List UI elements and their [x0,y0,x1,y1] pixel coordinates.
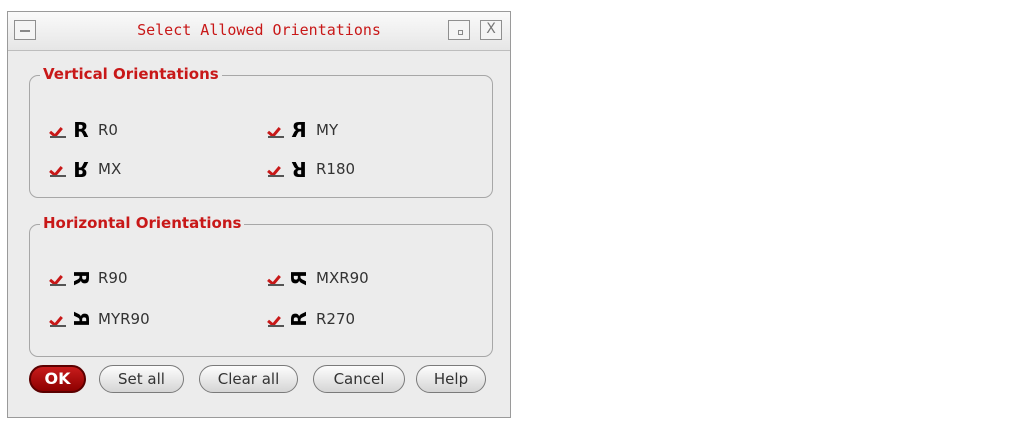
option-mxr90[interactable]: R MXR90 [268,267,369,289]
set-all-button[interactable]: Set all [99,365,184,393]
horizontal-orientations-group: Horizontal Orientations R R90 R MXR90 R … [29,214,493,357]
ok-button[interactable]: OK [29,365,86,393]
option-label-mx: MX [98,160,122,178]
option-r0[interactable]: R R0 [50,119,118,141]
checkbox-mxr90[interactable] [268,270,284,286]
option-myr90[interactable]: R MYR90 [50,308,150,330]
option-r90[interactable]: R R90 [50,267,128,289]
option-mx[interactable]: R MX [50,157,122,181]
r180-orientation-icon: R [291,157,307,181]
mx-orientation-icon: R [73,157,89,181]
checkbox-myr90[interactable] [50,311,66,327]
mxr90-orientation-icon: R [287,270,311,286]
option-label-my: MY [316,121,339,139]
option-r180[interactable]: R R180 [268,157,356,181]
checkbox-mx[interactable] [50,161,66,177]
clear-all-button[interactable]: Clear all [199,365,298,393]
r0-orientation-icon: R [73,118,89,142]
option-label-r0: R0 [98,121,118,139]
vertical-orientations-legend: Vertical Orientations [40,65,222,83]
checkbox-r90[interactable] [50,270,66,286]
option-r270[interactable]: R R270 [268,308,355,330]
option-label-r90: R90 [98,269,128,287]
r270-orientation-icon: R [287,311,311,327]
minimize-icon[interactable] [448,20,470,40]
option-label-mxr90: MXR90 [316,269,369,287]
r90-orientation-icon: R [69,270,93,286]
myr90-orientation-icon: R [69,311,93,327]
vertical-orientations-group: Vertical Orientations R R0 R MY R MX R R… [29,65,493,198]
help-button[interactable]: Help [416,365,486,393]
checkbox-r180[interactable] [268,161,284,177]
cancel-button[interactable]: Cancel [313,365,405,393]
checkbox-my[interactable] [268,122,284,138]
option-label-myr90: MYR90 [98,310,150,328]
checkbox-r0[interactable] [50,122,66,138]
title-bar[interactable]: Select Allowed Orientations X [8,12,510,51]
horizontal-orientations-legend: Horizontal Orientations [40,214,245,232]
option-label-r180: R180 [316,160,356,178]
checkbox-r270[interactable] [268,311,284,327]
window-title: Select Allowed Orientations [137,21,381,39]
my-orientation-icon: R [291,118,307,142]
option-my[interactable]: R MY [268,118,339,142]
option-label-r270: R270 [316,310,356,328]
select-orientations-dialog: Select Allowed Orientations X Vertical O… [7,11,511,418]
close-icon[interactable]: X [480,20,502,40]
